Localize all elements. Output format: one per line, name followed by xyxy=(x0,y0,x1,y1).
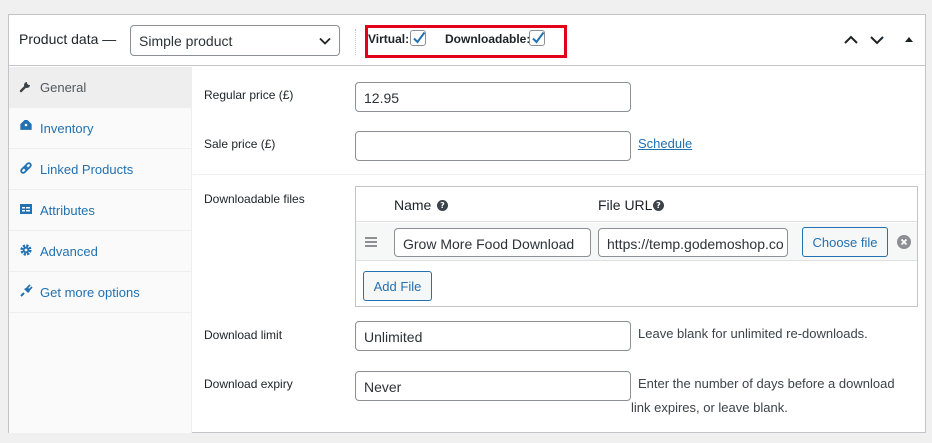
wrench-icon xyxy=(19,82,30,93)
tab-label: Linked Products xyxy=(40,162,134,177)
remove-file-icon[interactable] xyxy=(897,235,911,249)
tab-attributes[interactable]: Attributes xyxy=(9,190,192,231)
download-expiry-input[interactable]: Never xyxy=(355,371,631,401)
schedule-link[interactable]: Schedule xyxy=(638,136,692,151)
product-data-panel: Product data — Simple product Virtual: D… xyxy=(8,14,926,433)
product-data-title: Product data — xyxy=(19,31,117,47)
download-limit-input[interactable]: Unlimited xyxy=(355,321,631,351)
move-down-icon[interactable] xyxy=(869,32,885,48)
product-data-header: Product data — Simple product Virtual: D… xyxy=(9,15,925,66)
link-icon xyxy=(20,162,32,174)
plugin-icon xyxy=(20,284,33,297)
gear-icon xyxy=(20,244,32,256)
file-url-input[interactable]: https://temp.godemoshop.co xyxy=(598,228,788,257)
downloadable-checkbox[interactable] xyxy=(529,30,545,46)
tab-label: Inventory xyxy=(40,121,94,136)
table-row: Grow More Food Download https://temp.god… xyxy=(356,223,917,261)
tab-label: Get more options xyxy=(40,285,140,300)
drag-handle-icon[interactable] xyxy=(365,237,377,247)
tab-label: General xyxy=(40,80,87,95)
tab-get-more-options[interactable]: Get more options xyxy=(9,272,192,313)
product-data-tabs: General Inventory Linked Products Attrib… xyxy=(9,67,192,433)
download-expiry-hint: Enter the number of days before a downlo… xyxy=(631,376,895,415)
checkmark-icon xyxy=(532,31,545,44)
sale-price-label: Sale price (£) xyxy=(204,137,276,151)
tab-general[interactable]: General xyxy=(9,67,192,108)
regular-price-input[interactable]: 12.95 xyxy=(355,82,631,112)
product-type-value: Simple product xyxy=(139,33,233,49)
column-header-name: Name xyxy=(394,197,432,213)
virtual-checkbox[interactable] xyxy=(410,30,426,46)
download-limit-hint: Leave blank for unlimited re-downloads. xyxy=(638,326,868,341)
section-divider xyxy=(193,174,925,175)
tab-advanced[interactable]: Advanced xyxy=(9,231,192,272)
download-limit-label: Download limit xyxy=(204,328,283,342)
chevron-down-icon xyxy=(319,37,331,45)
column-header-file-url: File URL xyxy=(598,197,653,213)
choose-file-button[interactable]: Choose file xyxy=(802,227,888,257)
tab-inventory[interactable]: Inventory xyxy=(9,108,192,149)
tab-linked-products[interactable]: Linked Products xyxy=(9,149,192,190)
file-name-input[interactable]: Grow More Food Download xyxy=(394,228,591,257)
product-type-select[interactable]: Simple product xyxy=(130,25,340,56)
downloadable-label: Downloadable: xyxy=(445,32,531,46)
virtual-label: Virtual: xyxy=(368,32,410,46)
download-expiry-label: Download expiry xyxy=(204,377,293,391)
move-up-icon[interactable] xyxy=(843,32,859,48)
downloadable-files-label: Downloadable files xyxy=(204,192,305,206)
tab-label: Advanced xyxy=(40,244,98,259)
collapse-toggle-icon[interactable] xyxy=(901,32,917,48)
checkmark-icon xyxy=(413,31,426,44)
tab-label: Attributes xyxy=(40,203,95,218)
regular-price-label: Regular price (£) xyxy=(204,88,294,102)
table-icon xyxy=(20,204,32,214)
table-header: Name ? File URL ? xyxy=(356,187,917,222)
tag-icon xyxy=(20,120,32,130)
sale-price-input[interactable] xyxy=(355,131,631,161)
add-file-button[interactable]: Add File xyxy=(363,271,432,301)
help-icon[interactable]: ? xyxy=(437,200,448,211)
header-separator xyxy=(355,29,356,55)
help-icon[interactable]: ? xyxy=(653,200,664,211)
downloadable-files-table: Name ? File URL ? Grow More Food Downloa… xyxy=(355,186,918,307)
